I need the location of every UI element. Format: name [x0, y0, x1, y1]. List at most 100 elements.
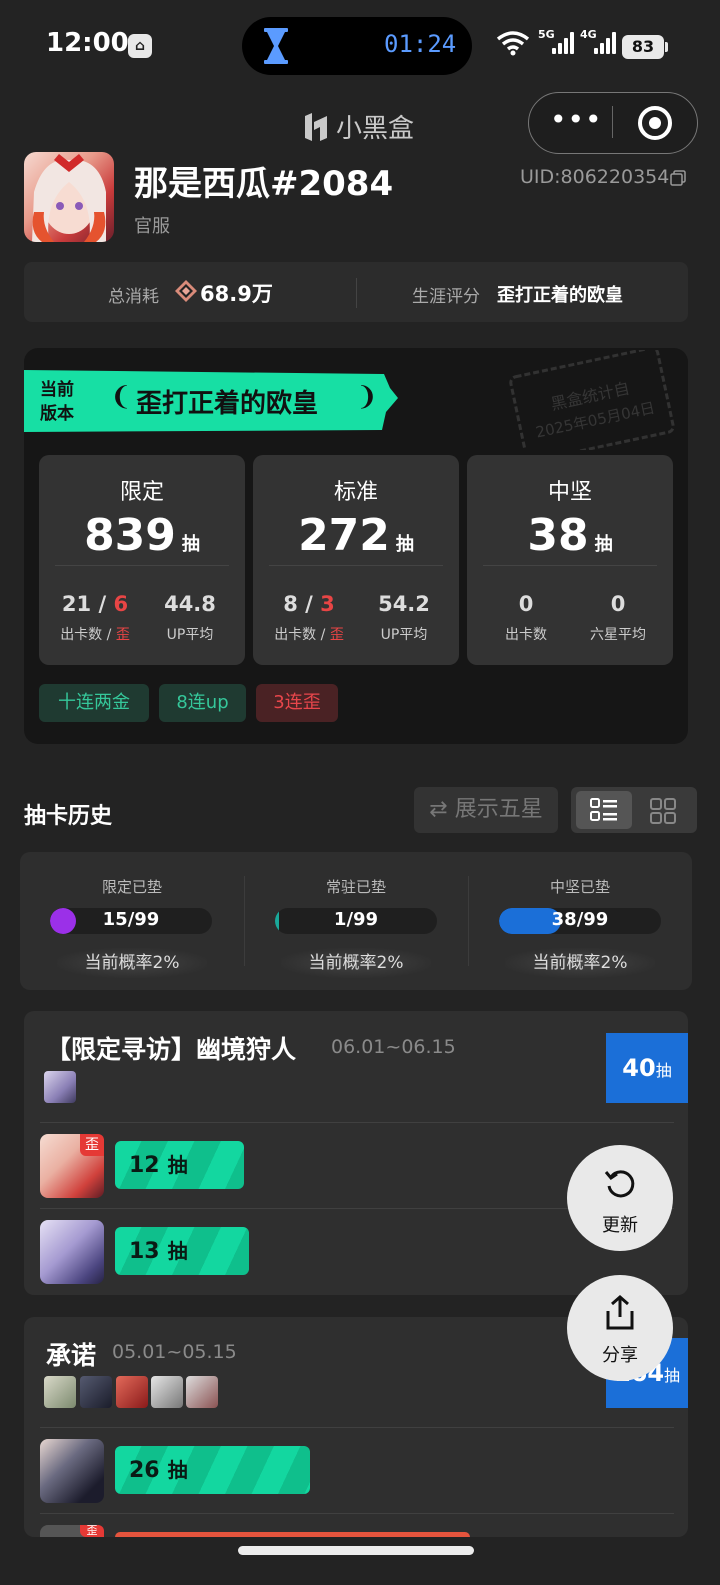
- server-label: 官服: [134, 216, 170, 237]
- refresh-button[interactable]: 更新: [567, 1145, 673, 1251]
- stat-count-value: 839: [84, 510, 176, 561]
- separator: /: [91, 592, 114, 616]
- mini-avatar: [44, 1376, 76, 1408]
- pity-label: 常驻已垫: [325, 878, 386, 896]
- pull-unit: 抽: [181, 534, 200, 555]
- stat-count: 839 抽: [39, 510, 245, 561]
- app-brand: 小黑盒: [302, 108, 414, 145]
- character-avatar: [40, 1220, 104, 1284]
- laurel-left-icon: ❨: [110, 382, 132, 412]
- refresh-icon: [604, 1170, 635, 1198]
- stat-count: 38 抽: [467, 510, 673, 561]
- stat-title: 标准: [333, 480, 378, 505]
- pity-label: 中坚已垫: [549, 878, 610, 896]
- network-5g-icon: 5G: [538, 28, 574, 54]
- list-view-icon: [590, 798, 617, 821]
- ribbon-current-version: 当前 版本: [40, 378, 74, 426]
- uid-text: UID:806220354: [520, 166, 670, 188]
- divider: [483, 565, 657, 566]
- ribbon-title: 歪打正着的欧皇: [136, 389, 319, 419]
- home-indicator[interactable]: [238, 1546, 474, 1555]
- mini-avatar: [186, 1376, 218, 1408]
- banner-title: 【限定寻访】幽境狩人: [46, 1035, 297, 1064]
- pull-unit: 抽: [167, 1153, 188, 1177]
- divider: [269, 565, 443, 566]
- share-button[interactable]: 分享: [567, 1275, 673, 1381]
- separator: /: [102, 627, 116, 643]
- off-rate-value: 3: [320, 592, 335, 616]
- stat-count: 272 抽: [253, 510, 459, 561]
- network-4g-icon: 4G: [580, 28, 616, 54]
- battery-icon: 83: [622, 35, 664, 59]
- app-name: 小黑盒: [336, 114, 415, 144]
- career-rating-label: 生涯评分: [412, 287, 480, 307]
- ribbon-line1: 当前: [40, 380, 74, 400]
- achievement-tag: 3连歪: [256, 684, 338, 722]
- cards-off-value: 21 / 6: [55, 592, 135, 616]
- off-rate-value: 6: [113, 592, 129, 616]
- pull-unit: 抽: [594, 534, 613, 555]
- pull-unit: 抽: [167, 1458, 188, 1482]
- username: 那是西瓜#2084: [134, 164, 394, 204]
- up-average-value: 44.8: [164, 592, 216, 616]
- row-divider: [40, 1122, 674, 1123]
- stat-title: 中坚: [547, 480, 592, 505]
- cards-value: 0: [518, 592, 534, 616]
- laurel-right-icon: ❩: [356, 382, 378, 412]
- row-divider: [40, 1427, 674, 1428]
- battery-tip: [665, 42, 668, 52]
- achievement-tag: 十连两金: [39, 684, 149, 722]
- character-avatar: [40, 1439, 104, 1503]
- separator: /: [297, 592, 321, 616]
- off-rate-label: 歪: [115, 627, 130, 643]
- grid-view-icon[interactable]: [650, 798, 676, 824]
- history-title: 抽卡历史: [24, 804, 113, 829]
- close-miniapp-button[interactable]: [638, 106, 672, 140]
- mini-avatar: [151, 1376, 183, 1408]
- banner-date: 06.01~06.15: [331, 1036, 456, 1058]
- status-time: 12:00: [46, 28, 129, 58]
- total-consumed-value: 68.9万: [200, 282, 273, 306]
- avatar-art: [32, 154, 106, 242]
- refresh-label: 更新: [602, 1215, 638, 1236]
- cards-value: 21: [61, 592, 92, 616]
- cards-label: 出卡数: [274, 627, 317, 643]
- show-five-star-button[interactable]: ⇄ 展示五星: [414, 787, 558, 833]
- hourglass-icon: [264, 28, 288, 64]
- more-menu-button[interactable]: •••: [550, 106, 602, 138]
- share-label: 分享: [602, 1345, 638, 1366]
- banner-date: 05.01~05.15: [112, 1341, 237, 1363]
- six-star-average-label: 六星平均: [590, 627, 646, 643]
- banner-title: 承诺: [46, 1341, 97, 1370]
- cards-off-label: 出卡数 / 歪: [269, 624, 349, 644]
- off-rate-tag: 歪: [80, 1134, 104, 1156]
- stat-title: 限定: [119, 480, 164, 505]
- pity-value: 15/99: [102, 909, 160, 930]
- share-icon: [606, 1295, 634, 1330]
- pity-rate: 当前概率2%: [57, 948, 207, 978]
- mini-avatar: [44, 1071, 76, 1103]
- mini-avatar: [80, 1376, 112, 1408]
- pity-rate: 当前概率2%: [505, 948, 655, 978]
- off-rate-tag: 歪: [80, 1525, 104, 1537]
- stat-count-value: 272: [298, 510, 390, 561]
- cards-off-value: 8 / 3: [269, 592, 349, 616]
- summary-divider: [356, 278, 357, 308]
- orundum-diamond-icon: [175, 280, 197, 302]
- mini-avatar: [116, 1376, 148, 1408]
- signal-bars-icon: [552, 32, 574, 54]
- total-consumed-label: 总消耗: [108, 287, 159, 307]
- avatar[interactable]: [24, 152, 114, 242]
- ribbon-line2: 版本: [40, 404, 74, 424]
- pull-count: 26: [129, 1458, 160, 1483]
- pull-unit: 抽: [167, 1239, 188, 1263]
- copy-icon[interactable]: [670, 170, 686, 186]
- pity-rate: 当前概率2%: [281, 948, 431, 978]
- signal-bars-icon: [594, 32, 616, 54]
- capsule-divider: [612, 106, 613, 138]
- cards-label: 出卡数: [60, 627, 103, 643]
- six-star-average-value: 0: [610, 592, 626, 616]
- off-rate-label: 歪: [329, 627, 344, 643]
- app-notification-icon: ⌂: [128, 34, 152, 58]
- pull-count-bar: 13 抽: [115, 1227, 249, 1275]
